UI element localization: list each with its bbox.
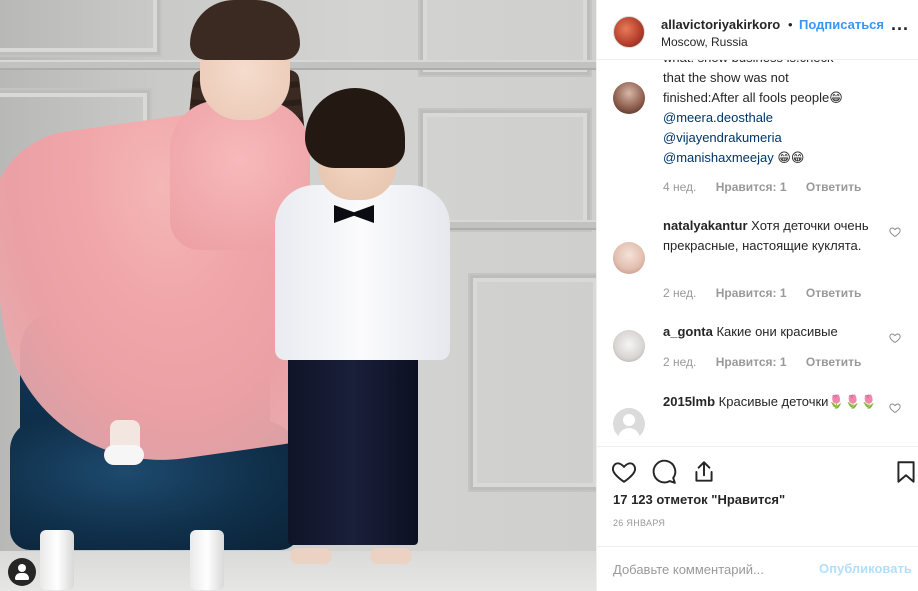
reply-button[interactable]: Ответить	[806, 355, 861, 369]
wall-panel	[470, 275, 596, 490]
comment-likes[interactable]: Нравится: 1	[716, 355, 787, 369]
add-comment-bar: Опубликовать	[597, 546, 918, 591]
boy-hair	[305, 88, 405, 168]
comment-text: what: show business is.check that the sh…	[663, 60, 887, 168]
commenter-avatar[interactable]	[613, 242, 645, 274]
girl-shoe	[104, 445, 144, 465]
comment-input[interactable]	[613, 559, 813, 579]
comment-emoji: 😁😁	[777, 150, 805, 165]
comment-bubble-icon[interactable]	[651, 459, 677, 485]
comments-list[interactable]: what: show business is.check that the sh…	[597, 60, 918, 446]
comment-text: natalyakantur Хотя деточки очень прекрас…	[663, 216, 887, 256]
comment-time[interactable]: 2 нед.	[663, 355, 696, 369]
post-location[interactable]: Moscow, Russia	[661, 35, 748, 49]
comment-meta: 4 нед. Нравится: 1 Ответить	[663, 180, 877, 194]
comment-time[interactable]: 2 нед.	[663, 286, 696, 300]
comment-partial-line: what: show business is.check	[663, 60, 887, 68]
comment-line: finished:After all fools people😁	[663, 90, 843, 105]
save-bookmark-icon[interactable]	[893, 459, 918, 485]
post-sidebar: allavictoriyakirkoro • Подписаться Mosco…	[596, 0, 918, 591]
reply-button[interactable]: Ответить	[806, 286, 861, 300]
mention-link[interactable]: @meera.deosthale	[663, 108, 887, 128]
reply-button[interactable]: Ответить	[806, 180, 861, 194]
post-header: allavictoriyakirkoro • Подписаться Mosco…	[597, 0, 918, 60]
commenter-username[interactable]: natalyakantur	[663, 218, 748, 233]
comment-meta: 2 нед. Нравится: 1 Ответить	[663, 355, 877, 369]
comment-body: Красивые деточки🌷🌷🌷	[718, 394, 877, 409]
like-comment-heart-icon[interactable]	[889, 402, 901, 414]
follow-button[interactable]: Подписаться	[799, 17, 884, 32]
wall-panel	[0, 0, 160, 55]
post-actions: 17 123 отметок "Нравится" 26 ЯНВАРЯ	[597, 446, 918, 546]
author-avatar[interactable]	[613, 16, 645, 48]
comment-likes[interactable]: Нравится: 1	[716, 180, 787, 194]
share-icon[interactable]	[691, 459, 717, 485]
publish-button[interactable]: Опубликовать	[819, 561, 912, 576]
author-username[interactable]: allavictoriyakirkoro	[661, 17, 780, 32]
comment-likes[interactable]: Нравится: 1	[716, 286, 787, 300]
like-heart-icon[interactable]	[611, 459, 637, 485]
mention-link[interactable]: @vijayendrakumeria	[663, 128, 887, 148]
post-photo[interactable]	[0, 0, 596, 591]
comment-text: 2015lmb Красивые деточки🌷🌷🌷	[663, 392, 887, 412]
boy-foot	[370, 548, 412, 564]
commenter-username[interactable]: 2015lmb	[663, 394, 715, 409]
chair-leg	[40, 530, 74, 590]
comment-line: that the show was not	[663, 70, 789, 85]
chair-leg	[190, 530, 224, 590]
commenter-avatar[interactable]	[613, 408, 645, 440]
girl-hair	[190, 0, 300, 60]
commenter-avatar[interactable]	[613, 82, 645, 114]
post-date[interactable]: 26 ЯНВАРЯ	[613, 518, 665, 528]
wall-rail	[0, 60, 596, 70]
comment-time[interactable]: 4 нед.	[663, 180, 696, 194]
more-options-icon[interactable]: ...	[891, 14, 909, 35]
comment-body: Какие они красивые	[716, 324, 838, 339]
commenter-avatar[interactable]	[613, 330, 645, 362]
boy-pants	[288, 345, 418, 545]
tagged-users-icon[interactable]	[8, 558, 36, 586]
mention-link[interactable]: @manishaxmeejay	[663, 150, 774, 165]
like-count[interactable]: 17 123 отметок "Нравится"	[613, 492, 785, 507]
like-comment-heart-icon[interactable]	[889, 332, 901, 344]
comment-text: a_gonta Какие они красивые	[663, 322, 887, 342]
boy-foot	[290, 548, 332, 564]
like-comment-heart-icon[interactable]	[889, 226, 901, 238]
commenter-username[interactable]: a_gonta	[663, 324, 713, 339]
comment-meta: 2 нед. Нравится: 1 Ответить	[663, 286, 877, 300]
separator-dot: •	[788, 17, 793, 32]
